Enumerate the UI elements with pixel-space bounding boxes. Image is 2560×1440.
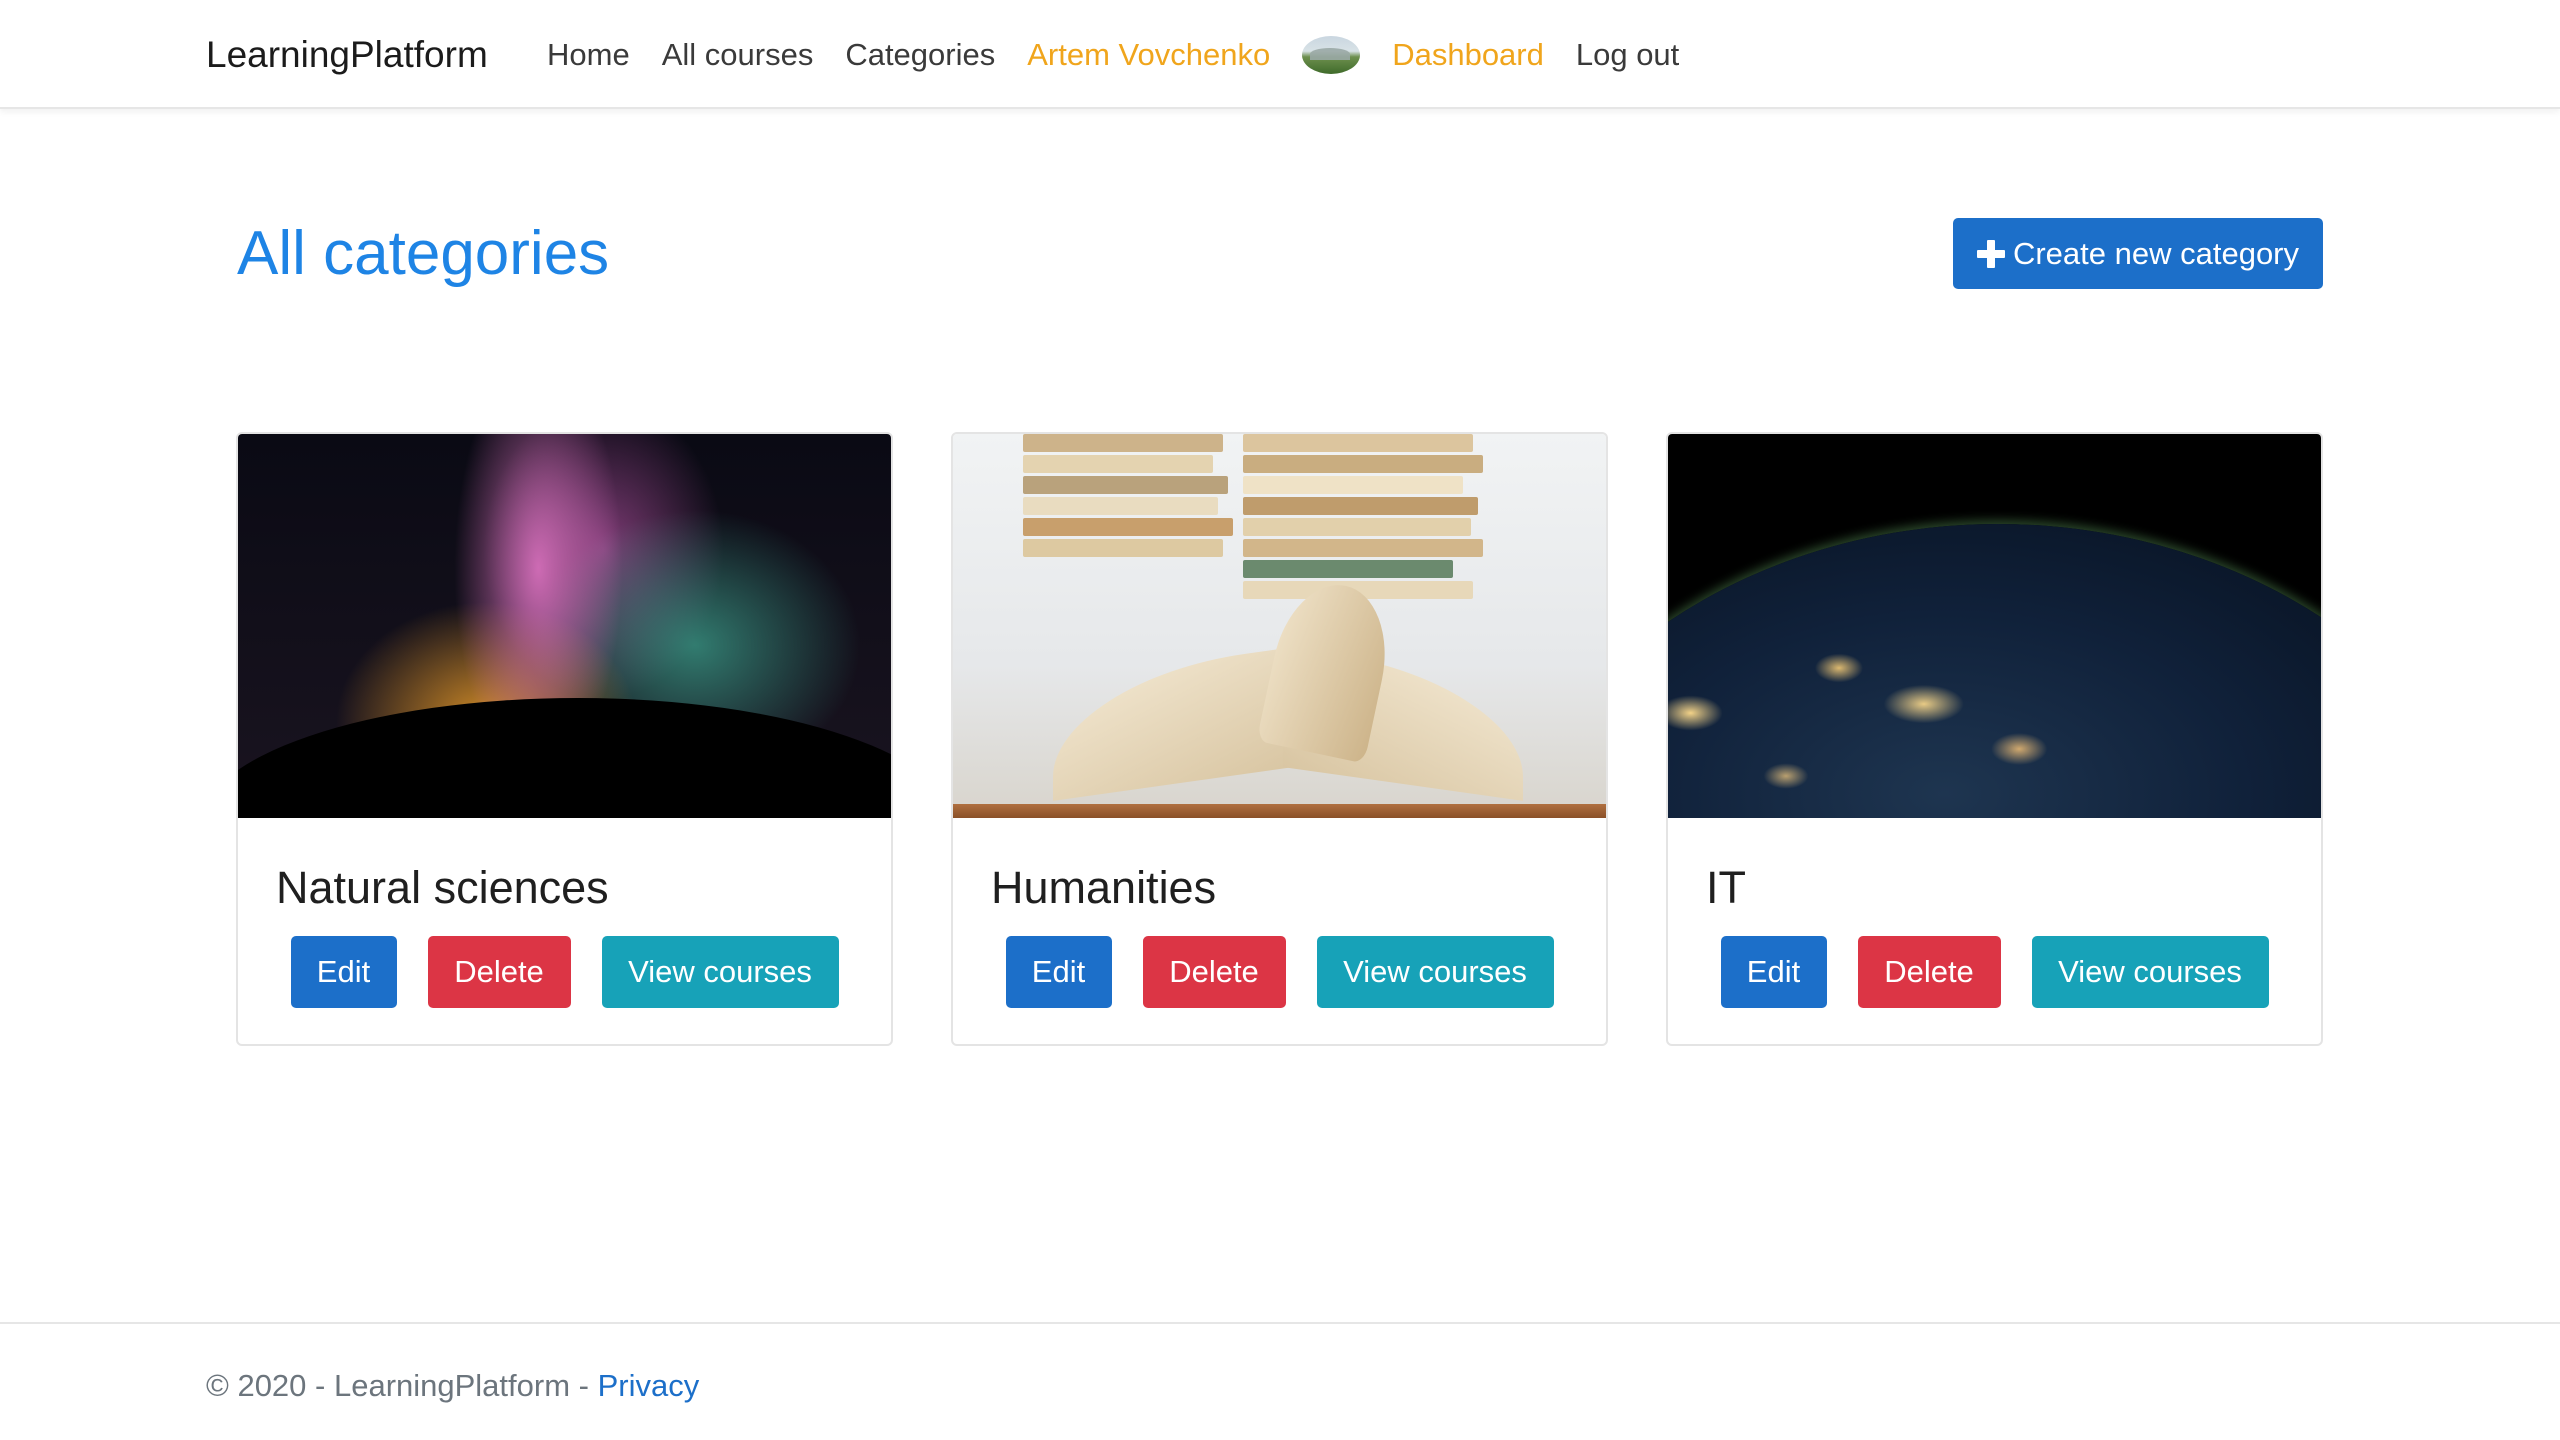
card-actions: Edit Delete View courses bbox=[1668, 936, 2321, 1008]
open-books-image bbox=[953, 434, 1606, 818]
nav-user-profile[interactable]: Artem Vovchenko bbox=[1011, 0, 1286, 109]
page-title: All categories bbox=[237, 219, 610, 288]
create-category-label: Create new category bbox=[2012, 235, 2300, 271]
view-courses-button[interactable]: View courses bbox=[601, 936, 839, 1008]
copyright-text: © 2020 - LearningPlatform - bbox=[206, 1368, 598, 1403]
edit-button[interactable]: Edit bbox=[290, 936, 397, 1008]
category-cards: Natural sciences Edit Delete View course… bbox=[236, 432, 2323, 1046]
create-category-button[interactable]: Create new category bbox=[1953, 218, 2323, 289]
nav-home[interactable]: Home bbox=[531, 0, 646, 109]
card-actions: Edit Delete View courses bbox=[953, 936, 1606, 1008]
nav-categories[interactable]: Categories bbox=[829, 0, 1011, 109]
category-card: IT Edit Delete View courses bbox=[1666, 432, 2323, 1046]
category-title: IT bbox=[1706, 862, 1746, 913]
edit-button[interactable]: Edit bbox=[1720, 936, 1827, 1008]
footer-text: © 2020 - LearningPlatform - Privacy bbox=[206, 1366, 699, 1406]
milky-way-image bbox=[238, 434, 891, 818]
card-actions: Edit Delete View courses bbox=[238, 936, 891, 1008]
view-courses-button[interactable]: View courses bbox=[1316, 936, 1554, 1008]
earth-at-night-image bbox=[1668, 434, 2321, 818]
footer: © 2020 - LearningPlatform - Privacy bbox=[0, 1322, 2560, 1440]
nav-dashboard[interactable]: Dashboard bbox=[1376, 0, 1560, 109]
brand-link[interactable]: LearningPlatform bbox=[206, 0, 488, 109]
category-title: Natural sciences bbox=[276, 862, 609, 913]
nav-logout[interactable]: Log out bbox=[1560, 0, 1695, 109]
delete-button[interactable]: Delete bbox=[427, 936, 571, 1008]
avatar[interactable] bbox=[1302, 35, 1361, 74]
category-title: Humanities bbox=[991, 862, 1217, 913]
delete-button[interactable]: Delete bbox=[1142, 936, 1286, 1008]
edit-button[interactable]: Edit bbox=[1005, 936, 1112, 1008]
view-courses-button[interactable]: View courses bbox=[2031, 936, 2269, 1008]
main-nav: Home All courses Categories Artem Vovche… bbox=[531, 0, 1695, 109]
category-card: Humanities Edit Delete View courses bbox=[951, 432, 1608, 1046]
plus-icon bbox=[1976, 239, 2005, 268]
navbar: LearningPlatform Home All courses Catego… bbox=[0, 0, 2560, 109]
category-card: Natural sciences Edit Delete View course… bbox=[236, 432, 893, 1046]
delete-button[interactable]: Delete bbox=[1857, 936, 2001, 1008]
privacy-link[interactable]: Privacy bbox=[598, 1368, 700, 1403]
nav-all-courses[interactable]: All courses bbox=[646, 0, 830, 109]
